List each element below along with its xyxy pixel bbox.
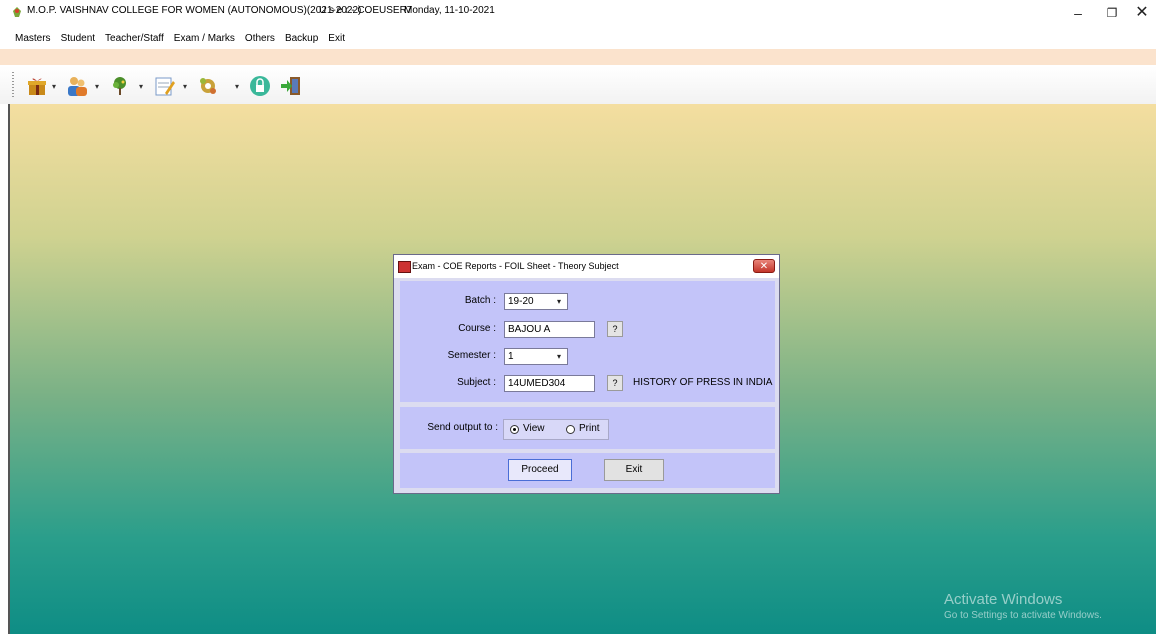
batch-label: Batch : xyxy=(464,295,496,306)
date-label: Monday, 11-10-2021 xyxy=(404,5,495,16)
gift-dropdown-icon[interactable]: ▾ xyxy=(52,82,56,91)
book-icon xyxy=(398,261,411,273)
semester-value: 1 xyxy=(508,351,514,362)
title-bar: M.O.P. VAISHNAV COLLEGE FOR WOMEN (AUTON… xyxy=(0,0,1156,32)
menu-others[interactable]: Others xyxy=(244,33,276,47)
menu-backup[interactable]: Backup xyxy=(284,33,319,47)
semester-select[interactable]: 1 ▾ xyxy=(504,348,568,365)
notepad-icon[interactable] xyxy=(153,75,175,97)
menu-teacher-staff[interactable]: Teacher/Staff xyxy=(104,33,165,47)
exit-button[interactable]: Exit xyxy=(604,459,664,481)
users-icon[interactable] xyxy=(66,75,88,97)
tree-icon[interactable] xyxy=(109,75,131,97)
menu-bar: Masters Student Teacher/Staff Exam / Mar… xyxy=(14,33,346,47)
view-radio[interactable] xyxy=(510,425,519,434)
course-label: Course : xyxy=(458,323,496,334)
activate-windows-hint: Go to Settings to activate Windows. xyxy=(944,610,1102,621)
output-label: Send output to : xyxy=(427,422,498,433)
subject-input[interactable]: 14UMED304 xyxy=(504,375,595,392)
menu-student[interactable]: Student xyxy=(60,33,96,47)
toolbar: ▾ ▾ ▾ ▾ ▾ xyxy=(0,66,1156,104)
view-label[interactable]: View xyxy=(523,423,545,434)
semester-label: Semester : xyxy=(447,350,496,361)
proceed-button[interactable]: Proceed xyxy=(508,459,572,481)
menu-exam-marks[interactable]: Exam / Marks xyxy=(173,33,236,47)
foil-sheet-dialog: Exam - COE Reports - FOIL Sheet - Theory… xyxy=(393,254,780,494)
minimize-button[interactable]: – xyxy=(1064,2,1092,24)
subject-label: Subject : xyxy=(457,377,496,388)
criteria-panel: Batch : 19-20 ▾ Course : BAJOU A ? Semes… xyxy=(400,281,775,402)
user-label: U s e r - COEUSER7 xyxy=(319,5,413,16)
dialog-title-bar[interactable]: Exam - COE Reports - FOIL Sheet - Theory… xyxy=(394,255,779,278)
exit-door-icon[interactable] xyxy=(280,75,302,97)
users-dropdown-icon[interactable]: ▾ xyxy=(95,82,99,91)
window-title: M.O.P. VAISHNAV COLLEGE FOR WOMEN (AUTON… xyxy=(27,5,362,16)
maximize-button[interactable]: ❐ xyxy=(1098,2,1126,24)
subject-name: HISTORY OF PRESS IN INDIA xyxy=(633,377,773,388)
output-panel: Send output to : View Print xyxy=(400,407,775,449)
course-lookup-button[interactable]: ? xyxy=(607,321,623,337)
batch-select[interactable]: 19-20 ▾ xyxy=(504,293,568,310)
print-label[interactable]: Print xyxy=(579,423,600,434)
gear-icon[interactable] xyxy=(197,75,219,97)
toolbar-grip[interactable] xyxy=(12,72,14,98)
app-icon xyxy=(13,7,21,17)
activate-windows-title: Activate Windows xyxy=(944,591,1063,608)
course-input[interactable]: BAJOU A xyxy=(504,321,595,338)
dialog-title: Exam - COE Reports - FOIL Sheet - Theory… xyxy=(412,261,619,271)
action-panel: Proceed Exit xyxy=(400,453,775,488)
menu-masters[interactable]: Masters xyxy=(14,33,52,47)
menu-exit[interactable]: Exit xyxy=(327,33,346,47)
gear-dropdown-icon[interactable]: ▾ xyxy=(235,82,239,91)
chevron-down-icon: ▾ xyxy=(557,297,562,306)
chevron-down-icon: ▾ xyxy=(557,352,562,361)
subject-lookup-button[interactable]: ? xyxy=(607,375,623,391)
notepad-dropdown-icon[interactable]: ▾ xyxy=(183,82,187,91)
tree-dropdown-icon[interactable]: ▾ xyxy=(139,82,143,91)
dialog-close-button[interactable]: ✕ xyxy=(753,259,775,273)
gift-icon[interactable] xyxy=(26,75,48,97)
close-button[interactable]: ✕ xyxy=(1128,2,1156,24)
output-options: View Print xyxy=(503,419,609,440)
lock-icon[interactable] xyxy=(249,75,271,97)
print-radio[interactable] xyxy=(566,425,575,434)
batch-value: 19-20 xyxy=(508,296,534,307)
menu-strip xyxy=(0,49,1156,65)
